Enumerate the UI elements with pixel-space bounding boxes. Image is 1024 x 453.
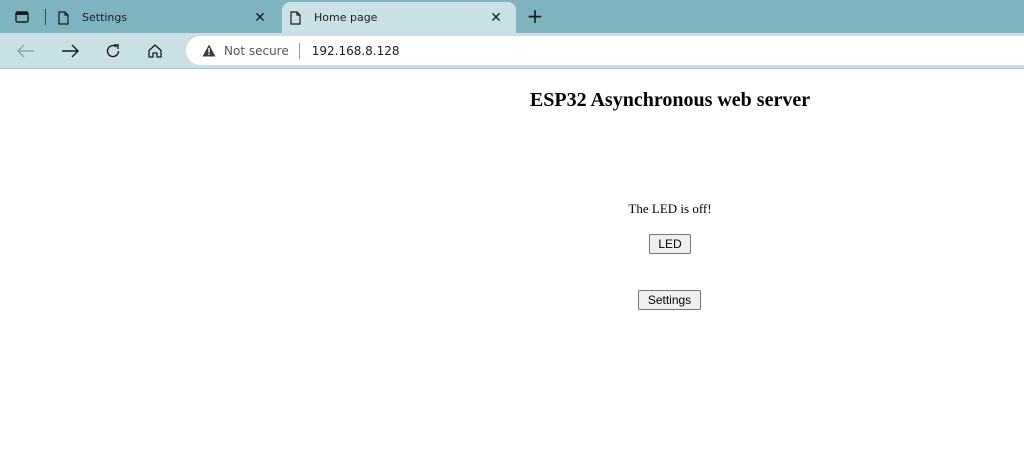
led-status-text: The LED is off! bbox=[628, 201, 712, 216]
window-icon[interactable] bbox=[12, 8, 32, 26]
led-button[interactable]: LED bbox=[649, 234, 691, 254]
tab-home-page[interactable]: Home page ✕ bbox=[282, 2, 516, 33]
settings-button[interactable]: Settings bbox=[638, 290, 701, 310]
tab-divider bbox=[45, 9, 46, 25]
new-tab-button[interactable]: + bbox=[524, 5, 546, 27]
close-icon[interactable]: ✕ bbox=[486, 10, 506, 26]
back-icon[interactable] bbox=[14, 39, 38, 63]
tab-strip: Settings ✕ Home page ✕ + bbox=[0, 0, 1024, 33]
page-icon bbox=[58, 10, 72, 26]
close-icon[interactable]: ✕ bbox=[250, 10, 270, 26]
page-title: ESP32 Asynchronous web server bbox=[529, 89, 811, 111]
home-icon[interactable] bbox=[143, 39, 167, 63]
reload-icon[interactable] bbox=[101, 39, 125, 63]
browser-toolbar: Not secure 192.168.8.128 bbox=[0, 33, 1024, 69]
tab-title: Settings bbox=[82, 11, 128, 24]
address-bar[interactable]: Not secure 192.168.8.128 bbox=[186, 36, 1024, 65]
url-text[interactable]: 192.168.8.128 bbox=[312, 44, 400, 58]
page-icon bbox=[290, 10, 304, 26]
forward-icon[interactable] bbox=[58, 39, 82, 63]
page-content: ESP32 Asynchronous web server The LED is… bbox=[0, 69, 1024, 453]
tab-settings[interactable]: Settings ✕ bbox=[50, 2, 280, 33]
warning-icon[interactable] bbox=[202, 44, 216, 58]
security-label[interactable]: Not secure bbox=[224, 44, 289, 58]
tab-title: Home page bbox=[314, 11, 378, 24]
browser-window: Settings ✕ Home page ✕ + Not secure 192.… bbox=[0, 0, 1024, 453]
address-divider bbox=[298, 42, 300, 59]
